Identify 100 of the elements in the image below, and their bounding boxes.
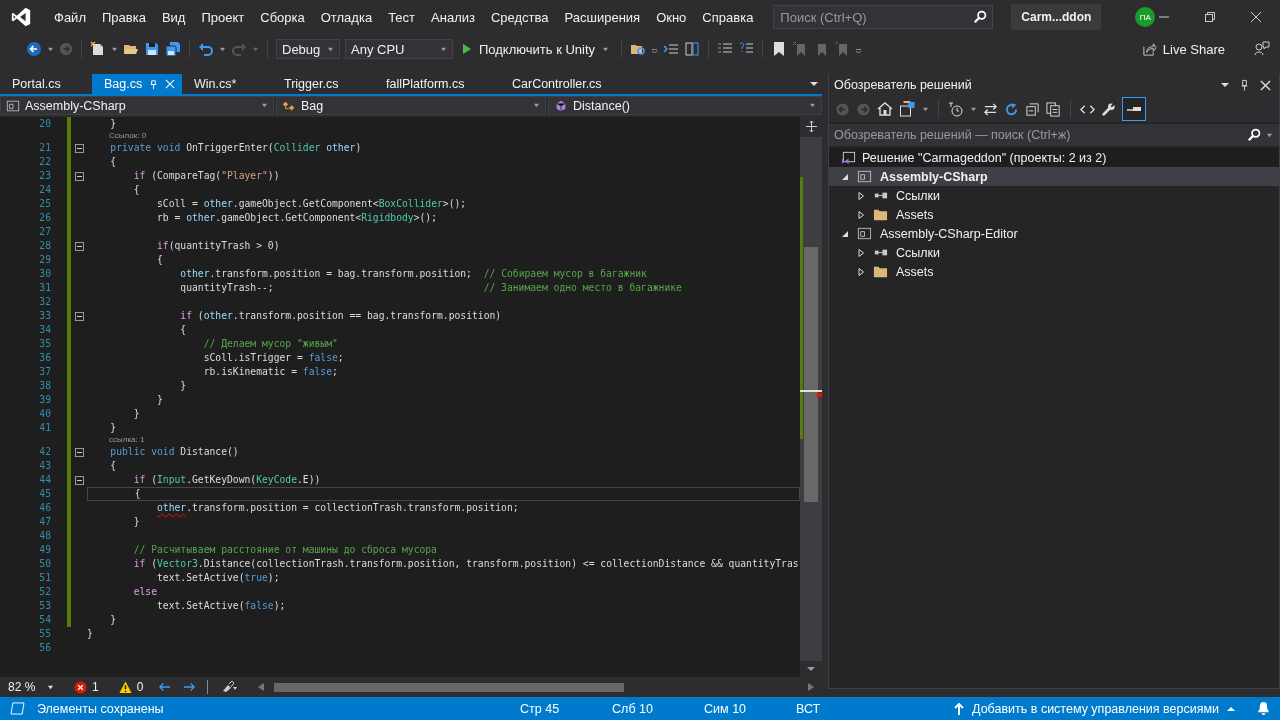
refresh-icon[interactable]	[1004, 101, 1019, 117]
search-icon[interactable]	[973, 10, 988, 24]
tree-item[interactable]: Assembly-CSharp-Editor	[829, 224, 1279, 243]
menu-item[interactable]: Справка	[694, 6, 762, 28]
caret-icon[interactable]	[1266, 132, 1273, 139]
user-avatar[interactable]: ПА	[1135, 7, 1156, 27]
back-icon[interactable]	[26, 41, 42, 57]
caret-icon[interactable]	[219, 45, 226, 53]
close-icon[interactable]	[1250, 11, 1262, 23]
menu-item[interactable]: Расширения	[556, 6, 649, 28]
scroll-thumb[interactable]	[274, 682, 625, 692]
caret-icon	[47, 683, 54, 691]
tree-item[interactable]: Assets	[829, 262, 1279, 281]
live-share-button[interactable]: Live Share	[1135, 40, 1231, 58]
code-line: }	[87, 627, 94, 641]
tree-item[interactable]: Assets	[829, 205, 1279, 224]
expand-arrow-icon[interactable]	[841, 229, 849, 238]
new-item-icon[interactable]	[90, 41, 106, 57]
menu-item[interactable]: Проект	[193, 6, 253, 28]
preview-toggle-button[interactable]	[1122, 97, 1146, 121]
expand-arrow-icon[interactable]	[857, 191, 865, 200]
caret-icon[interactable]	[970, 105, 977, 113]
source-control-button[interactable]: Добавить в систему управления версиями	[954, 701, 1235, 716]
notification-icon[interactable]	[1257, 701, 1270, 716]
pin-icon[interactable]	[1239, 79, 1250, 91]
platform-dropdown[interactable]: Any CPU	[345, 39, 453, 59]
document-tab[interactable]: Bag.cs	[92, 74, 182, 94]
save-all-icon[interactable]	[165, 41, 181, 57]
caret-icon[interactable]	[922, 105, 929, 113]
scroll-thumb[interactable]	[804, 247, 818, 502]
sync-icon[interactable]	[983, 101, 998, 117]
collapse-icon[interactable]	[75, 143, 84, 153]
copy-icon[interactable]	[1046, 101, 1061, 117]
insert-mode-indicator: ВСТ	[796, 701, 822, 716]
menu-item[interactable]: Сборка	[252, 6, 313, 28]
warnings-button[interactable]: 0	[114, 680, 148, 694]
wrench-icon[interactable]	[1101, 101, 1116, 117]
menu-item[interactable]: Правка	[93, 6, 154, 28]
brush-icon[interactable]	[220, 681, 239, 693]
errors-button[interactable]: 1	[70, 680, 103, 694]
caret-icon[interactable]	[47, 45, 54, 53]
menu-item[interactable]: Файл	[46, 6, 94, 28]
collapse-all-icon[interactable]	[1025, 101, 1040, 117]
collapse-icon[interactable]	[75, 475, 84, 485]
configuration-dropdown[interactable]: Debug	[276, 39, 340, 59]
menu-item[interactable]: Отладка	[312, 6, 381, 28]
indent-icon[interactable]	[663, 41, 680, 57]
close-icon[interactable]	[1260, 79, 1271, 91]
menu-item[interactable]: Анализ	[423, 6, 483, 28]
menu-item[interactable]: Вид	[153, 6, 194, 28]
restore-icon[interactable]	[1204, 11, 1216, 23]
expand-arrow-icon[interactable]	[841, 172, 849, 181]
menu-item[interactable]: Тест	[380, 6, 424, 28]
switch-view-icon[interactable]	[899, 101, 916, 117]
collapse-icon[interactable]	[75, 447, 84, 457]
menu-item[interactable]: Средства	[482, 6, 557, 28]
tree-item[interactable]: Ссылки	[829, 243, 1279, 262]
zoom-dropdown[interactable]: 82 %	[0, 678, 58, 696]
undo-icon[interactable]	[198, 41, 214, 57]
expand-arrow-icon[interactable]	[857, 267, 865, 276]
collapse-icon[interactable]	[75, 171, 84, 181]
document-tab[interactable]: Portal.cs	[0, 74, 92, 94]
member-dropdown[interactable]: Distance()	[548, 96, 822, 115]
save-icon[interactable]	[144, 41, 160, 57]
tree-item[interactable]: Решение "Carmageddon" (проекты: 2 из 2)	[829, 148, 1279, 167]
attach-button[interactable]: Подключить к Unity	[458, 39, 614, 59]
expand-arrow-icon[interactable]	[857, 210, 865, 219]
expand-arrow-icon[interactable]	[857, 248, 865, 257]
scroll-right-icon[interactable]	[808, 683, 814, 691]
split-icon[interactable]	[805, 121, 817, 132]
caret-icon[interactable]	[1221, 81, 1229, 89]
search-field[interactable]: Поиск (Ctrl+Q)	[773, 5, 994, 29]
search-icon[interactable]	[1247, 128, 1261, 142]
arrow-right-icon[interactable]	[183, 682, 196, 692]
search-field[interactable]: Обозреватель решений — поиск (Ctrl+ж)	[829, 124, 1279, 146]
scroll-left-icon[interactable]	[258, 683, 265, 691]
feedback-icon[interactable]	[1254, 41, 1270, 57]
home-icon[interactable]	[877, 101, 893, 117]
caret-icon[interactable]	[111, 45, 118, 53]
document-tab[interactable]: fallPlatform.cs	[374, 74, 500, 94]
caret-icon[interactable]	[810, 80, 818, 88]
scroll-down-icon[interactable]	[807, 665, 815, 673]
output-icon[interactable]	[10, 702, 25, 715]
reference-count[interactable]: ссылка: 1	[109, 435, 145, 444]
arrow-left-icon[interactable]	[159, 682, 172, 692]
menu-item[interactable]: Окно	[648, 6, 695, 28]
collapse-icon[interactable]	[75, 241, 84, 251]
document-icon[interactable]	[684, 41, 701, 57]
class-dropdown[interactable]: Bag	[276, 96, 546, 115]
tree-item[interactable]: Assembly-CSharp	[829, 167, 1279, 186]
collapse-icon[interactable]	[75, 311, 84, 321]
document-tab[interactable]: Trigger.cs	[272, 74, 374, 94]
code-line: // Расчитываем расстояние от машины до сброса мусора	[132, 543, 438, 557]
document-tab[interactable]: Win.cs*	[182, 74, 272, 94]
project-dropdown[interactable]: Assembly-CSharp	[0, 96, 274, 115]
reference-count[interactable]: Ссылок: 0	[109, 131, 147, 140]
vertical-scrollbar[interactable]	[800, 117, 822, 677]
document-tab[interactable]: CarController.cs	[500, 74, 610, 94]
tree-item[interactable]: Ссылки	[829, 186, 1279, 205]
history-icon[interactable]	[948, 101, 964, 117]
